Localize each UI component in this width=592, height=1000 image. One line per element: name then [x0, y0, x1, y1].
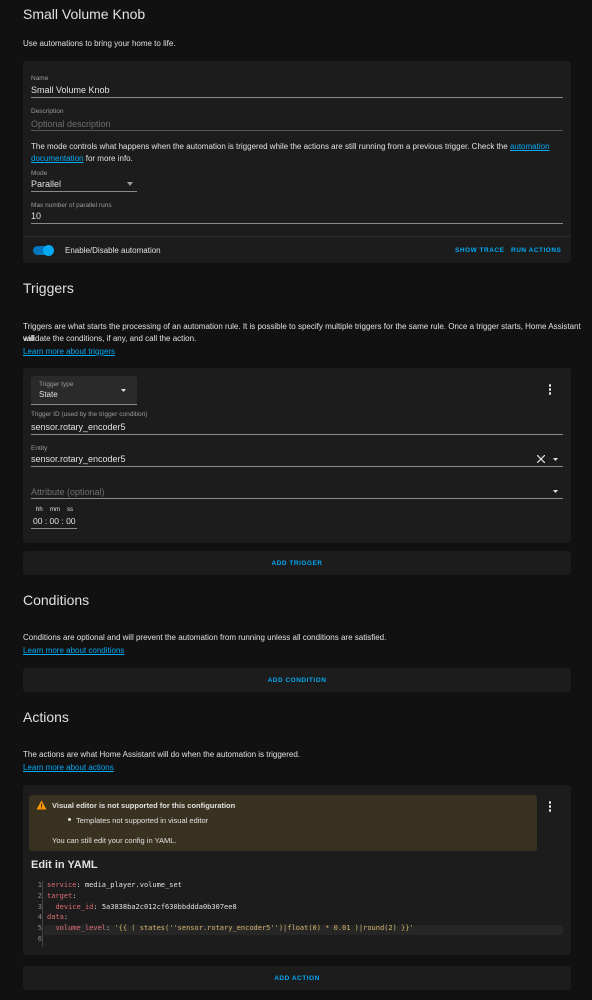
add-action-button[interactable]: ADD ACTION [23, 966, 571, 990]
yaml-line: 1 service: media_player.volume_set [33, 881, 414, 892]
divider [23, 236, 571, 237]
toggle-label: Enable/Disable automation [65, 246, 161, 255]
warning-title: Visual editor is not supported for this … [52, 801, 236, 810]
warning-banner: Visual editor is not supported for this … [29, 795, 537, 851]
warning-footer: You can still edit your config in YAML. [52, 836, 177, 845]
trigger-id-field[interactable]: sensor.rotary_encoder5 [31, 422, 126, 432]
actions-desc: The actions are what Home Assistant will… [23, 750, 301, 759]
line-number: 2 [37, 891, 42, 900]
line-number: 1 [37, 881, 42, 889]
conditions-heading: Conditions [23, 592, 90, 608]
yaml-key: service [47, 881, 77, 889]
chevron-down-icon[interactable] [553, 490, 558, 493]
duration-hh-label: hh [36, 507, 43, 513]
description-label: Description [31, 108, 64, 115]
enable-toggle[interactable] [33, 245, 54, 256]
line-number: 4 [37, 913, 42, 922]
warning-bullet: Templates not supported in visual editor [76, 816, 209, 825]
trigger-type-select[interactable]: Trigger type State [31, 376, 137, 405]
mode-description: The mode controls what happens when the … [31, 141, 566, 165]
triggers-desc-2: validate the conditions, if any, and cal… [23, 334, 197, 343]
triggers-heading: Triggers [23, 280, 74, 296]
documentation-link[interactable]: documentation [31, 154, 83, 163]
entity-label: Entity [31, 445, 48, 452]
mode-label: Mode [31, 170, 48, 177]
yaml-key: data [47, 913, 64, 922]
automation-details-card: Name Small Volume Knob Description Optio… [23, 61, 571, 263]
duration-mm-label: mm [50, 507, 60, 513]
yaml-code: 1 service: media_player.volume_set 2 target… [33, 881, 414, 946]
toggle-knob [43, 245, 54, 256]
mode-text-pre: The mode controls what happens when the … [31, 142, 508, 151]
yaml-key: device_id [55, 902, 94, 911]
yaml-line: 2 target: [33, 892, 414, 903]
attribute-field[interactable]: Attribute (optional) [31, 487, 105, 497]
add-condition-label: ADD CONDITION [267, 676, 327, 684]
max-runs-field[interactable]: 10 [31, 211, 41, 221]
yaml-line: 6 [33, 935, 414, 946]
entity-underline [31, 466, 563, 467]
line-number: 5 [37, 924, 42, 933]
automation-link[interactable]: automation [510, 142, 550, 151]
trigger-id-underline [31, 434, 563, 435]
conditions-desc: Conditions are optional and will prevent… [23, 633, 387, 642]
line-number: 6 [37, 934, 42, 943]
alert-triangle-icon [36, 800, 47, 810]
more-vertical-icon[interactable] [547, 801, 553, 812]
mode-underline [31, 191, 137, 192]
entity-field[interactable]: sensor.rotary_encoder5 [31, 454, 126, 464]
page-subtitle: Use automations to bring your home to li… [23, 39, 176, 48]
add-trigger-label: ADD TRIGGER [271, 559, 323, 567]
yaml-value: media_player.volume_set [84, 881, 182, 889]
learn-more-actions-link[interactable]: Learn more about actions [23, 762, 114, 774]
mode-select[interactable]: Parallel [31, 179, 61, 189]
trigger-id-label: Trigger ID (used by the trigger conditio… [31, 411, 148, 418]
more-vertical-icon[interactable] [547, 384, 553, 395]
action-card: Visual editor is not supported for this … [23, 785, 571, 955]
name-field[interactable]: Small Volume Knob [31, 85, 110, 95]
close-icon[interactable] [537, 455, 545, 463]
page-title: Small Volume Knob [23, 6, 146, 22]
yaml-value: 5a3838ba2c012cf630bbddda0b307ee8 [101, 902, 237, 911]
description-underline [31, 130, 563, 131]
mode-text-post: for more info. [85, 154, 133, 163]
learn-more-conditions-link[interactable]: Learn more about conditions [23, 645, 124, 657]
yaml-value: '{{ ( states(''sensor.rotary_encoder5'')… [114, 924, 414, 933]
yaml-line: 3 device_id: 5a3838ba2c012cf630bbddda0b3… [33, 903, 414, 914]
yaml-line: 5 volume_level: '{{ ( states(''sensor.ro… [33, 924, 414, 935]
duration-input[interactable]: 00 : 00 : 00 [33, 516, 76, 526]
duration-underline [31, 528, 77, 529]
trigger-type-label: Trigger type [39, 381, 74, 388]
name-label: Name [31, 75, 49, 82]
yaml-editor[interactable]: 1 service: media_player.volume_set 2 target… [33, 881, 563, 951]
description-field[interactable]: Optional description [31, 119, 111, 129]
yaml-line: 4 data: [33, 913, 414, 924]
trigger-card: Trigger type State Trigger ID (used by t… [23, 368, 571, 543]
actions-heading: Actions [23, 709, 69, 725]
yaml-key: target [47, 891, 73, 900]
max-runs-label: Max number of parallel runs [31, 202, 112, 209]
max-runs-underline [31, 223, 563, 224]
line-number: 3 [37, 902, 42, 911]
yaml-key: volume_level [55, 924, 107, 933]
chevron-down-icon [121, 389, 126, 392]
learn-more-triggers-link[interactable]: Learn more about triggers [23, 346, 115, 358]
show-trace-button[interactable]: SHOW TRACE [455, 247, 504, 254]
add-action-label: ADD ACTION [274, 974, 320, 982]
duration-ss-label: ss [67, 507, 73, 513]
trigger-type-value: State [39, 390, 58, 399]
add-trigger-button[interactable]: ADD TRIGGER [23, 551, 571, 575]
attribute-underline [31, 498, 563, 499]
name-underline [31, 97, 563, 98]
chevron-down-icon[interactable] [127, 182, 133, 186]
add-condition-button[interactable]: ADD CONDITION [23, 668, 571, 692]
run-actions-button[interactable]: RUN ACTIONS [511, 247, 561, 254]
chevron-down-icon[interactable] [553, 458, 558, 461]
yaml-heading: Edit in YAML [31, 859, 98, 871]
bullet-dot [68, 818, 71, 821]
